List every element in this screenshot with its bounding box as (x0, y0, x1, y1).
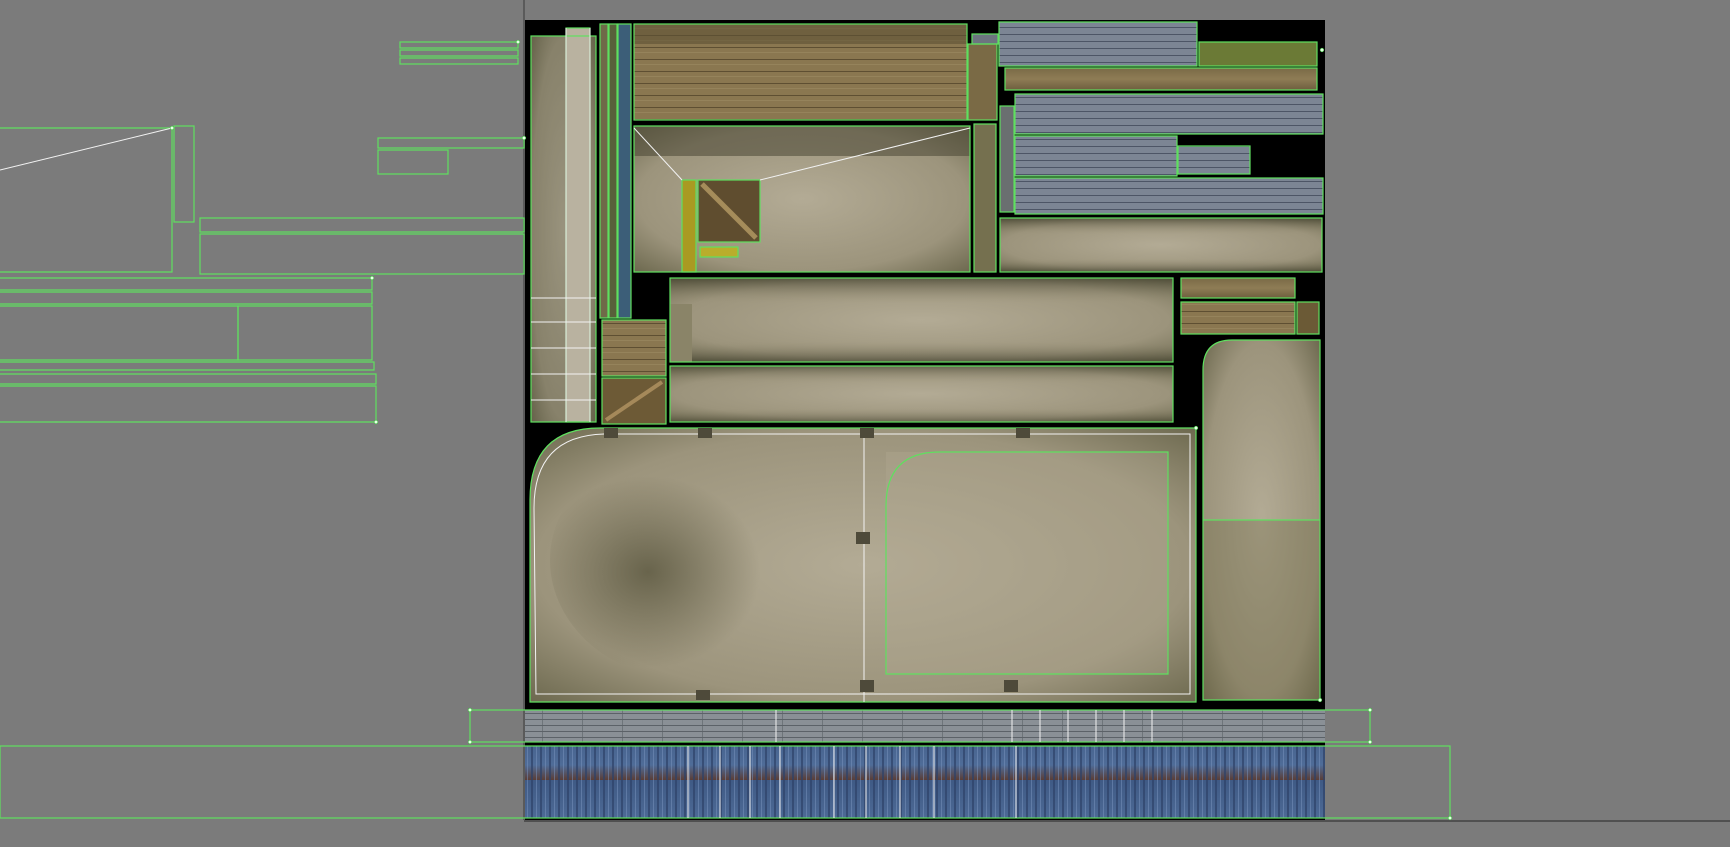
texture-blue-plank-block-2 (1015, 136, 1177, 176)
texture-long-strip-left-end (670, 304, 692, 362)
texture-narrow-column (974, 124, 996, 272)
texture-small-wood-block-3 (1297, 302, 1319, 334)
texture-right-top-concrete-dirt (1000, 218, 1322, 272)
texture-top-wood-board-shade (634, 24, 967, 44)
texture-right-tall-concrete-dirt (1203, 520, 1320, 700)
texture-floor-dirt-patch (550, 440, 830, 680)
texture-left-light-column (566, 28, 590, 422)
texture-blue-plank-block-1 (1015, 94, 1323, 134)
texture-long-concrete-strip-1-dirt (670, 278, 1173, 362)
texture-blue-corrugated-metal (525, 746, 1325, 818)
texture-blue-plank-block-4 (1015, 178, 1323, 214)
texture-crate-1 (602, 320, 666, 376)
texture-thin-strip-2 (609, 24, 617, 318)
texture-small-metal-bit (972, 34, 998, 44)
uv-editor-viewport[interactable] (0, 0, 1730, 847)
texture-vertical-wood-piece (968, 44, 997, 120)
texture-small-side-pieces (1000, 106, 1014, 212)
texture-floor-inner-panel (886, 452, 1168, 674)
texture-small-wood-block-1 (1181, 278, 1295, 298)
texture-long-concrete-strip-2-dirt (670, 366, 1173, 422)
texture-small-wood-block-2 (1181, 302, 1295, 334)
texture-middle-concrete-top-dirt (634, 126, 970, 156)
texture-blue-plank-block-3 (1178, 146, 1250, 174)
texture-thin-strip-1 (600, 24, 608, 318)
texture-grey-plank-strip (525, 710, 1325, 742)
texture-top-right-green-board (1199, 42, 1317, 66)
texture-wood-plank-row (1005, 68, 1317, 90)
texture-top-right-grey-planks (999, 22, 1197, 66)
texture-small-yellow-piece (700, 247, 738, 257)
texture-yellow-board (682, 180, 696, 272)
texture-thin-strip-blue (618, 24, 631, 318)
uv-layout-canvas[interactable] (0, 0, 1730, 847)
